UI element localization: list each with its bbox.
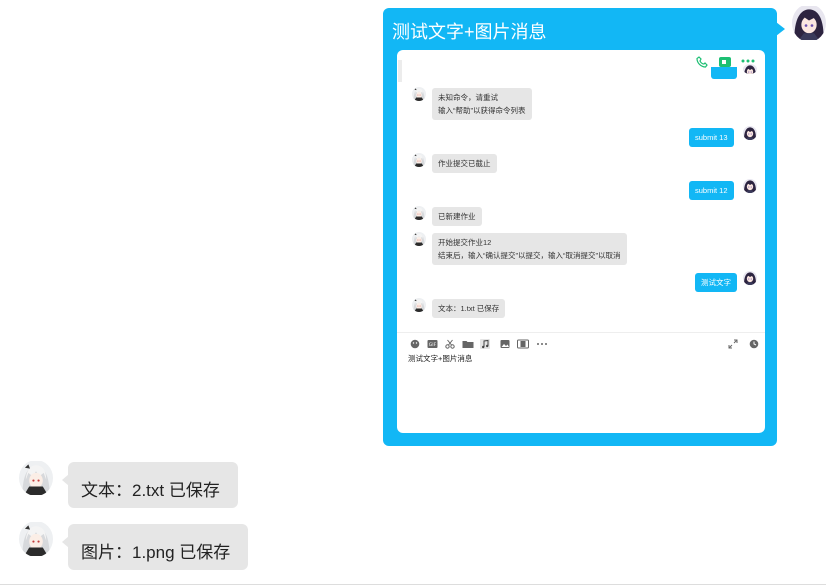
avatar xyxy=(743,271,757,285)
list-item: 作业提交已截止 xyxy=(432,154,497,173)
list-item: 测试文字 xyxy=(695,273,737,292)
divider xyxy=(0,584,826,585)
avatar xyxy=(412,232,426,246)
divider xyxy=(397,332,765,333)
svg-text:GIF: GIF xyxy=(429,342,437,348)
scrollbar[interactable] xyxy=(398,60,402,82)
music-icon[interactable] xyxy=(480,339,490,349)
gif-icon[interactable]: GIF xyxy=(427,339,438,349)
sender-avatar[interactable] xyxy=(792,4,826,42)
image-icon[interactable] xyxy=(500,339,510,349)
emoji-icon[interactable] xyxy=(410,339,420,349)
avatar xyxy=(412,206,426,220)
avatar xyxy=(743,179,757,193)
expand-icon[interactable] xyxy=(728,339,738,349)
list-item: submit 12 xyxy=(689,181,734,200)
list-item: 未知命令，请重试 输入“帮助”以获得命令列表 xyxy=(432,88,532,120)
avatar xyxy=(412,87,426,101)
outer-message-title: 测试文字+图片消息 xyxy=(392,22,547,42)
message-bubble: 文本：2.txt 已保存 xyxy=(62,462,238,508)
phone-icon[interactable] xyxy=(696,56,708,68)
message-input[interactable]: 测试文字+图片消息 xyxy=(408,353,472,364)
avatar xyxy=(743,126,757,140)
partial-message xyxy=(711,67,737,79)
inner-chat-window: 未知命令，请重试 输入“帮助”以获得命令列表 submit 13 作业提交已截止… xyxy=(397,50,765,433)
folder-icon[interactable] xyxy=(462,339,474,349)
history-icon[interactable] xyxy=(749,339,759,349)
more-icon[interactable] xyxy=(741,59,755,63)
list-item: 已新建作业 xyxy=(432,207,482,226)
list-item: 开始提交作业12 结束后，输入“确认提交”以提交，输入“取消提交”以取消 xyxy=(432,233,627,265)
message-bubble: 图片：1.png 已保存 xyxy=(62,524,248,570)
list-item: 文本：1.txt 已保存 xyxy=(432,299,506,318)
avatar xyxy=(743,64,757,74)
bot-avatar[interactable] xyxy=(19,460,53,496)
message-text: 文本：2.txt 已保存 xyxy=(81,481,220,500)
phone-frame-icon[interactable] xyxy=(517,339,529,349)
forwarded-screenshot-bubble[interactable]: 测试文字+图片消息 未知命令，请重试 输入“帮助”以获得命令列表 submit … xyxy=(383,8,785,446)
list-item: submit 13 xyxy=(689,128,734,147)
message-text: 图片：1.png 已保存 xyxy=(81,543,231,562)
scissors-icon[interactable] xyxy=(445,339,455,349)
avatar xyxy=(412,298,426,312)
avatar xyxy=(412,153,426,167)
bot-avatar[interactable] xyxy=(19,521,53,557)
more-icon[interactable] xyxy=(536,339,548,349)
